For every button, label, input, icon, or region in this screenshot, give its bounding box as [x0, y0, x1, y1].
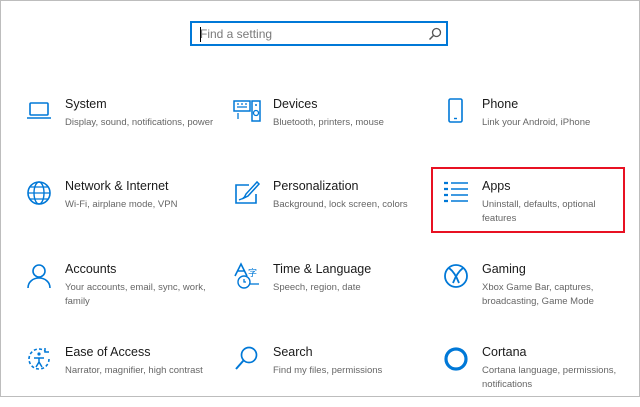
- tile-description: Narrator, magnifier, high contrast: [65, 365, 203, 376]
- keyboard-speaker-icon: [233, 97, 261, 125]
- tile-phone[interactable]: Phone Link your Android, iPhone: [442, 97, 632, 159]
- tile-description: Bluetooth, printers, mouse: [273, 117, 384, 128]
- person-icon: [25, 262, 53, 290]
- search-icon[interactable]: [428, 27, 442, 41]
- tile-description: Find my files, permissions: [273, 365, 383, 376]
- tile-personalization[interactable]: Personalization Background, lock screen,…: [233, 179, 423, 241]
- tile-search[interactable]: Search Find my files, permissions: [233, 345, 423, 407]
- tile-title: Personalization: [273, 179, 359, 193]
- tile-network-internet[interactable]: Network & Internet Wi-Fi, airplane mode,…: [25, 179, 215, 241]
- tile-description: Wi-Fi, airplane mode, VPN: [65, 199, 178, 210]
- tile-ease-of-access[interactable]: Ease of Access Narrator, magnifier, high…: [25, 345, 215, 407]
- globe-icon: [25, 179, 53, 207]
- tile-description: Cortana language, permissions, notificat…: [482, 365, 617, 390]
- paint-brush-icon: [233, 179, 261, 207]
- svg-text:字: 字: [248, 267, 257, 279]
- tile-accounts[interactable]: Accounts Your accounts, email, sync, wor…: [25, 262, 215, 324]
- tile-title: Ease of Access: [65, 345, 151, 359]
- tile-description: Background, lock screen, colors: [273, 199, 408, 210]
- tile-description: Your accounts, email, sync, work, family: [65, 282, 206, 307]
- ease-of-access-icon: [25, 345, 53, 373]
- tile-gaming[interactable]: Gaming Xbox Game Bar, captures, broadcas…: [442, 262, 632, 324]
- tile-title: Gaming: [482, 262, 526, 276]
- tile-title: Time & Language: [273, 262, 372, 276]
- tile-title: Accounts: [65, 262, 117, 276]
- time-language-icon: 字: [233, 262, 261, 290]
- search-box[interactable]: [190, 21, 448, 46]
- magnifier-icon: [233, 345, 261, 373]
- tile-title: Phone: [482, 97, 519, 111]
- tile-description: Xbox Game Bar, captures, broadcasting, G…: [482, 282, 594, 307]
- phone-icon: [442, 97, 470, 125]
- tile-title: System: [65, 97, 107, 111]
- tile-cortana[interactable]: Cortana Cortana language, permissions, n…: [442, 345, 632, 407]
- tile-description: Display, sound, notifications, power: [65, 117, 214, 128]
- tile-title: Search: [273, 345, 313, 359]
- tile-devices[interactable]: Devices Bluetooth, printers, mouse: [233, 97, 423, 159]
- search-input[interactable]: [200, 25, 420, 43]
- tile-description: Link your Android, iPhone: [482, 117, 591, 128]
- xbox-icon: [442, 262, 470, 290]
- cortana-icon: [442, 345, 470, 373]
- apps-highlight-box: [431, 167, 625, 233]
- tile-system[interactable]: System Display, sound, notifications, po…: [25, 97, 215, 159]
- tile-description: Speech, region, date: [273, 282, 361, 293]
- tile-time-language[interactable]: 字 Time & Language Speech, region, date: [233, 262, 423, 324]
- tile-title: Cortana: [482, 345, 527, 359]
- tile-title: Devices: [273, 97, 318, 111]
- tile-title: Network & Internet: [65, 179, 169, 193]
- laptop-icon: [25, 97, 53, 125]
- settings-window: System Display, sound, notifications, po…: [0, 0, 640, 397]
